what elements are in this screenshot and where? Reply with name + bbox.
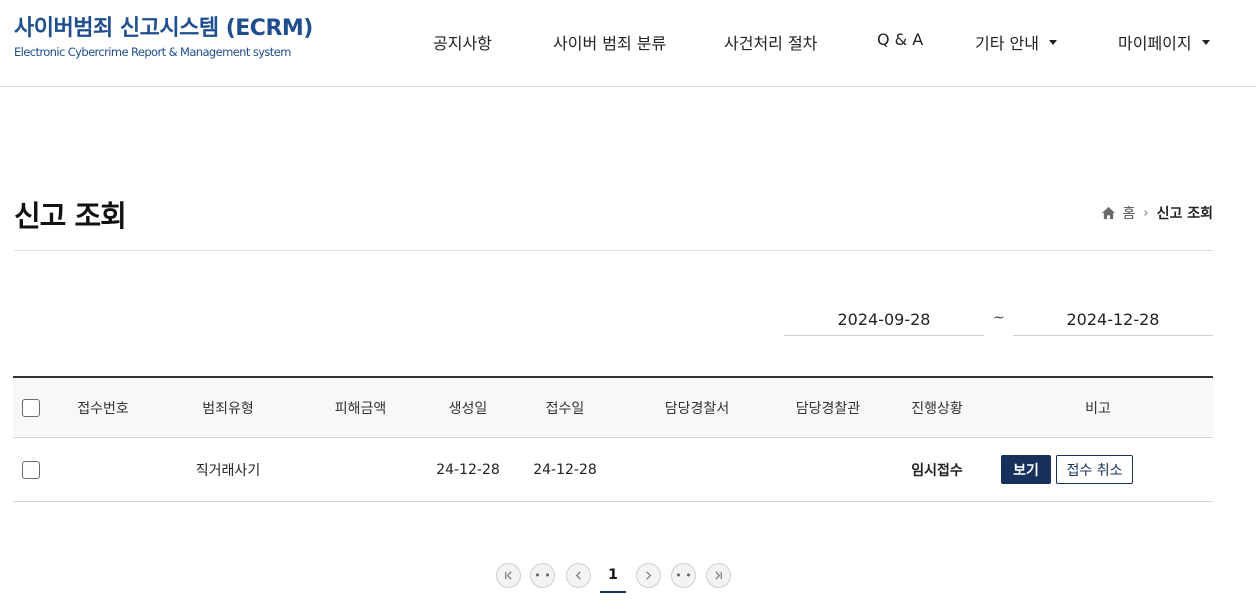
cell-officer	[768, 438, 888, 501]
nav-other-info[interactable]: 기타 안내	[975, 30, 1057, 54]
report-table: 접수번호 범죄유형 피해금액 생성일 접수일 담당경찰서 담당경찰관 진행상황 …	[13, 376, 1213, 502]
breadcrumb-current: 신고 조회	[1156, 206, 1213, 222]
col-receipt-no: 접수번호	[77, 400, 129, 417]
col-crime-type: 범죄유형	[202, 400, 254, 417]
table-header: 접수번호 범죄유형 피해금액 생성일 접수일 담당경찰서 담당경찰관 진행상황 …	[13, 376, 1213, 438]
caret-down-icon	[1048, 40, 1057, 45]
chevron-left-icon	[575, 571, 581, 580]
first-page-icon	[505, 571, 512, 580]
nav-notice[interactable]: 공지사항	[433, 30, 492, 54]
dots-icon: • •	[534, 569, 551, 582]
dots-icon: • •	[675, 569, 692, 582]
cell-received-date: 24-12-28	[533, 461, 597, 478]
next-page-button[interactable]	[636, 563, 661, 588]
chevron-right-icon	[646, 571, 652, 580]
pagination: • • 1 • •	[0, 563, 1256, 593]
site-logo[interactable]: 사이버범죄 신고시스템 (ECRM) Electronic Cybercrime…	[14, 10, 313, 59]
view-button[interactable]: 보기	[1001, 455, 1051, 484]
first-page-button[interactable]	[496, 563, 521, 588]
site-header: 사이버범죄 신고시스템 (ECRM) Electronic Cybercrime…	[0, 0, 1256, 87]
row-select-cell	[21, 438, 41, 501]
col-received-date: 접수일	[545, 400, 585, 417]
nav-qna[interactable]: Q & A	[877, 30, 923, 49]
next-group-button[interactable]: • •	[671, 563, 696, 588]
cell-crime-type: 직거래사기	[195, 462, 261, 479]
chevron-right-icon: ›	[1143, 205, 1149, 221]
nav-cybercrime-categories[interactable]: 사이버 범죄 분류	[553, 30, 666, 54]
cell-status: 임시접수	[911, 462, 963, 479]
col-officer: 담당경찰관	[795, 400, 861, 417]
logo-title[interactable]: 사이버범죄 신고시스템 (ECRM)	[14, 10, 313, 42]
col-created-date: 생성일	[448, 400, 488, 417]
home-icon[interactable]	[1101, 206, 1116, 220]
page-number-current[interactable]: 1	[600, 563, 626, 593]
title-divider	[14, 250, 1213, 251]
table-row: 직거래사기 24-12-28 24-12-28 임시접수 보기 접수 취소	[13, 438, 1213, 502]
end-date-input[interactable]	[1013, 304, 1213, 336]
col-status: 진행상황	[911, 400, 963, 417]
col-remarks: 비고	[1085, 400, 1111, 417]
select-all-checkbox[interactable]	[22, 398, 40, 417]
last-page-button[interactable]	[706, 563, 731, 588]
cancel-receipt-button[interactable]: 접수 취소	[1056, 455, 1133, 484]
cell-damage-amount	[313, 438, 408, 501]
breadcrumb: 홈 › 신고 조회	[1101, 203, 1213, 223]
logo-subtitle: Electronic Cybercrime Report & Managemen…	[14, 45, 291, 59]
breadcrumb-home[interactable]: 홈	[1123, 203, 1136, 223]
cell-receipt-no	[63, 438, 143, 501]
col-damage-amount: 피해금액	[334, 400, 387, 417]
cell-remarks: 보기 접수 취소	[1001, 438, 1136, 501]
nav-case-procedure[interactable]: 사건처리 절차	[724, 30, 817, 54]
col-police-station: 담당경찰서	[664, 400, 730, 417]
date-range-separator: ~	[993, 310, 1005, 326]
row-checkbox[interactable]	[22, 460, 40, 479]
prev-page-button[interactable]	[566, 563, 591, 588]
prev-group-button[interactable]: • •	[530, 563, 555, 588]
last-page-icon	[715, 571, 722, 580]
page-title: 신고 조회	[14, 199, 127, 233]
start-date-input[interactable]	[784, 304, 984, 336]
select-all-cell	[21, 378, 41, 437]
caret-down-icon	[1201, 40, 1210, 45]
nav-mypage[interactable]: 마이페이지	[1118, 30, 1210, 54]
cell-created-date: 24-12-28	[436, 461, 500, 478]
cell-police-station	[637, 438, 757, 501]
